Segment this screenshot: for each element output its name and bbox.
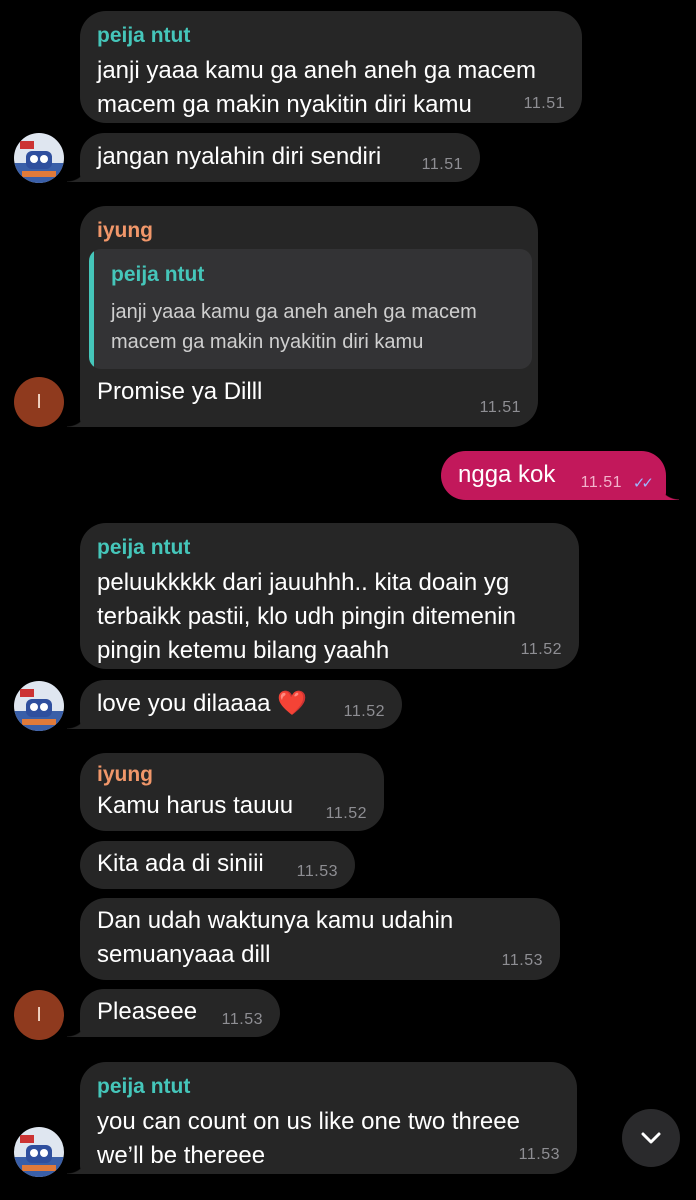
message-time: 11.53 [296,863,338,880]
message-time: 11.51 [421,156,463,173]
scroll-to-bottom-button[interactable] [622,1109,680,1167]
sender-name: iyung [97,763,153,786]
avatar-letter: I [36,390,42,413]
avatar[interactable]: I [14,377,64,427]
read-receipt-icon: ✓✓ [632,475,654,492]
avatar-image [14,1127,64,1177]
message-bubble[interactable]: peija ntut peluukkkkk dari jauuhhh.. kit… [80,523,579,669]
message-text: love you dilaaaa ❤️ [97,690,308,717]
message-bubble[interactable]: Pleaseee 11.53 [67,989,280,1037]
message-text: Dan udah waktunya kamu udahin semuanyaaa… [97,907,454,968]
message-time: 11.53 [518,1146,560,1163]
avatar[interactable]: I [14,990,64,1040]
message-bubble[interactable]: iyung Kamu harus tauuu 11.52 [80,753,384,831]
chat-view: peija ntut janji yaaa kamu ga aneh aneh … [0,0,696,1200]
avatar[interactable] [14,133,64,183]
message-bubble[interactable]: iyung peija ntut janji yaaa kamu ga aneh… [67,206,538,427]
message-bubble[interactable]: peija ntut janji yaaa kamu ga aneh aneh … [80,11,582,123]
avatar-letter: I [36,1003,42,1026]
sender-name: peija ntut [97,1075,191,1098]
message-bubble[interactable]: peija ntut you can count on us like one … [67,1062,577,1174]
sender-name: peija ntut [97,536,191,559]
message-text: you can count on us like one two threee … [97,1108,520,1170]
message-time: 11.51 [479,399,521,416]
message-text: janji yaaa kamu ga aneh aneh ga macem ma… [97,57,536,119]
avatar[interactable] [14,1127,64,1177]
message-time: 11.52 [325,805,367,822]
avatar[interactable] [14,681,64,731]
message-bubble[interactable]: jangan nyalahin diri sendiri 11.51 [67,133,480,182]
message-time: 11.52 [343,703,385,720]
message-bubble[interactable]: Dan udah waktunya kamu udahin semuanyaaa… [80,898,560,980]
message-bubble-outgoing[interactable]: ngga kok 11.51 ✓✓ [441,451,679,500]
reply-sender-name: peija ntut [111,263,205,287]
message-time: 11.51 [523,95,565,112]
avatar-image [14,133,64,183]
message-bubble[interactable]: love you dilaaaa ❤️ 11.52 [67,680,402,729]
message-text: peluukkkkk dari jauuhhh.. kita doain yg … [97,569,516,665]
reply-text: janji yaaa kamu ga aneh aneh ga macem ma… [111,301,477,354]
message-time: 11.51 [580,474,622,491]
sender-name: peija ntut [97,24,191,47]
reply-quote[interactable]: peija ntut janji yaaa kamu ga aneh aneh … [89,249,532,370]
avatar-image [14,681,64,731]
message-time: 11.53 [221,1011,263,1028]
message-time: 11.52 [520,641,562,658]
sender-name: iyung [97,219,153,242]
message-time: 11.53 [501,952,543,969]
chevron-down-icon [641,1132,661,1144]
message-bubble[interactable]: Kita ada di siniii 11.53 [80,841,355,889]
message-text: Promise ya Dilll [97,378,263,406]
message-text: jangan nyalahin diri sendiri [97,143,382,170]
